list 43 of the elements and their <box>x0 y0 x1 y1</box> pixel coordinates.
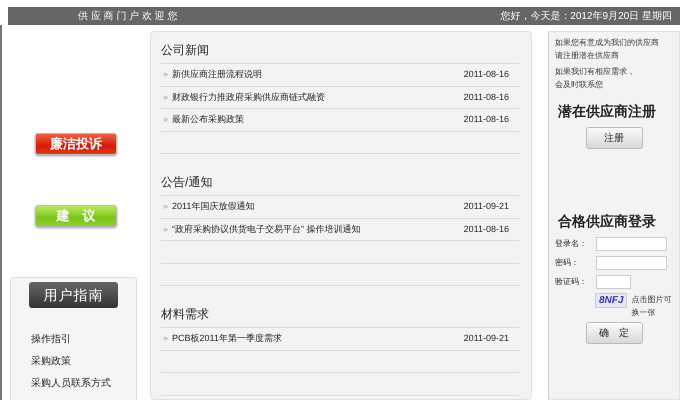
news-date: 2011-09-21 <box>464 332 509 345</box>
section-heading: 材料需求 <box>161 300 519 328</box>
news-link[interactable]: 财政银行力推政府采购供应商链式融资 <box>172 90 326 104</box>
news-link[interactable]: 新供应商注册流程说明 <box>172 68 262 82</box>
guide-link[interactable]: 操作指引 <box>31 332 136 347</box>
news-date: 2011-08-16 <box>464 222 509 236</box>
news-date: 2011-08-16 <box>464 113 509 126</box>
info-note: 如果您有意成为我们的供应商 <box>555 37 660 49</box>
news-link[interactable]: 最新公布采购政策 <box>172 113 244 126</box>
info-note: 会及时联系您 <box>555 79 604 91</box>
login-heading: 合格供应商登录 <box>558 212 657 231</box>
news-link[interactable]: 2011年国庆放假通知 <box>172 200 254 214</box>
register-heading: 潜在供应商注册 <box>558 102 657 121</box>
input-field[interactable] <box>596 236 667 250</box>
captcha-hint: 点击图片可换一张 <box>631 294 672 319</box>
news-link[interactable]: PCB板2011年第一季度需求 <box>172 332 282 346</box>
captcha-image[interactable]: 8NFJ <box>595 293 628 308</box>
news-link[interactable]: “政府采购协议供货电子交易平台” 操作培训通知 <box>172 222 361 236</box>
input-field[interactable] <box>596 256 667 270</box>
section-heading: 公告/通知 <box>161 168 519 196</box>
complaint-button[interactable]: 廉洁投诉 <box>35 133 117 155</box>
bullet-marker: » <box>163 332 168 345</box>
input-field[interactable] <box>596 274 631 288</box>
field-label: 密码： <box>555 256 580 268</box>
register-button[interactable]: 注册 <box>586 127 642 149</box>
bullet-marker: » <box>163 200 168 213</box>
bullet-marker: » <box>163 90 168 104</box>
field-label: 验证码： <box>555 276 588 288</box>
guide-link[interactable]: 采购人员联系方式 <box>31 376 136 391</box>
bullet-marker: » <box>163 222 168 236</box>
welcome-text: 供 应 商 门 户 欢 迎 您 <box>78 10 178 24</box>
info-note: 如果我们有相应需求， <box>555 66 636 78</box>
news-date: 2011-08-16 <box>464 68 509 81</box>
news-date: 2011-09-21 <box>464 200 509 213</box>
bullet-marker: » <box>163 113 168 126</box>
bullet-marker: » <box>163 68 168 81</box>
field-label: 登录名： <box>555 238 588 250</box>
confirm-button[interactable]: 确 定 <box>586 322 642 344</box>
section-heading: 公司新闻 <box>161 36 519 64</box>
guide-link[interactable]: 采购政策 <box>31 354 136 369</box>
news-date: 2011-08-16 <box>464 90 509 104</box>
info-note: 请注册潜在供应商 <box>555 50 620 62</box>
date-greeting: 您好，今天是：2012年9月20日 星期四 <box>500 10 672 24</box>
